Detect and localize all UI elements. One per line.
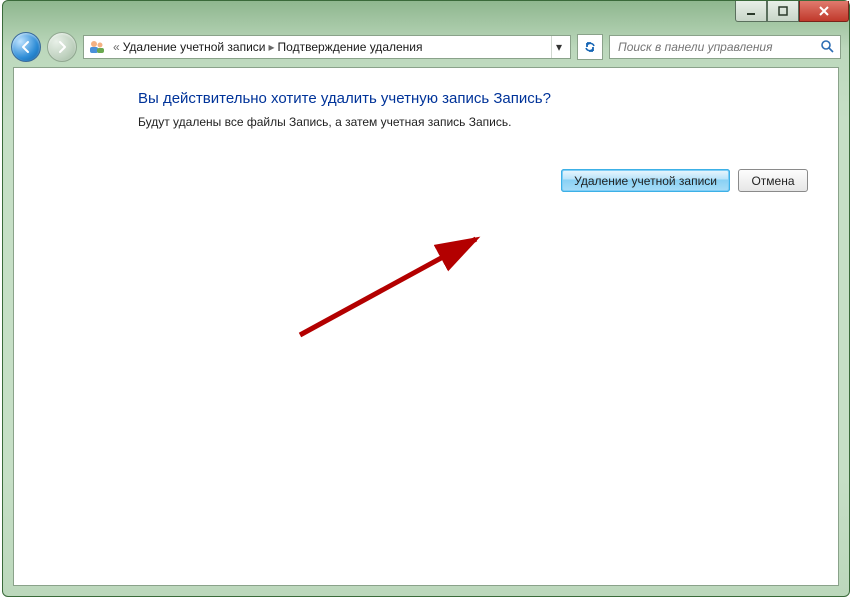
address-dropdown-icon[interactable]: ▾ bbox=[551, 36, 566, 58]
back-button[interactable] bbox=[11, 32, 41, 62]
close-button[interactable] bbox=[799, 1, 849, 22]
search-input[interactable] bbox=[616, 39, 820, 55]
annotation-arrow bbox=[294, 223, 494, 343]
content-pane: Вы действительно хотите удалить учетную … bbox=[13, 67, 839, 586]
address-bar[interactable]: « Удаление учетной записи ▸ Подтверждени… bbox=[83, 35, 571, 59]
delete-account-button[interactable]: Удаление учетной записи bbox=[561, 169, 730, 192]
breadcrumb-item-2[interactable]: Подтверждение удаления bbox=[278, 40, 423, 54]
refresh-button[interactable] bbox=[577, 34, 603, 60]
breadcrumb-item-1[interactable]: Удаление учетной записи bbox=[123, 40, 266, 54]
search-icon[interactable] bbox=[820, 39, 834, 56]
cancel-button[interactable]: Отмена bbox=[738, 169, 808, 192]
page-heading: Вы действительно хотите удалить учетную … bbox=[138, 90, 814, 107]
search-box[interactable] bbox=[609, 35, 841, 59]
breadcrumb-separator-icon: ▸ bbox=[269, 40, 275, 54]
breadcrumb-overflow-icon[interactable]: « bbox=[113, 40, 120, 54]
forward-button[interactable] bbox=[47, 32, 77, 62]
control-panel-window: « Удаление учетной записи ▸ Подтверждени… bbox=[2, 0, 850, 597]
maximize-button[interactable] bbox=[767, 1, 799, 22]
user-accounts-icon bbox=[88, 38, 106, 56]
window-controls bbox=[735, 1, 849, 23]
navigation-row: « Удаление учетной записи ▸ Подтверждени… bbox=[11, 31, 841, 63]
button-row: Удаление учетной записи Отмена bbox=[138, 169, 814, 192]
page-description: Будут удалены все файлы Запись, а затем … bbox=[138, 115, 814, 129]
minimize-button[interactable] bbox=[735, 1, 767, 22]
